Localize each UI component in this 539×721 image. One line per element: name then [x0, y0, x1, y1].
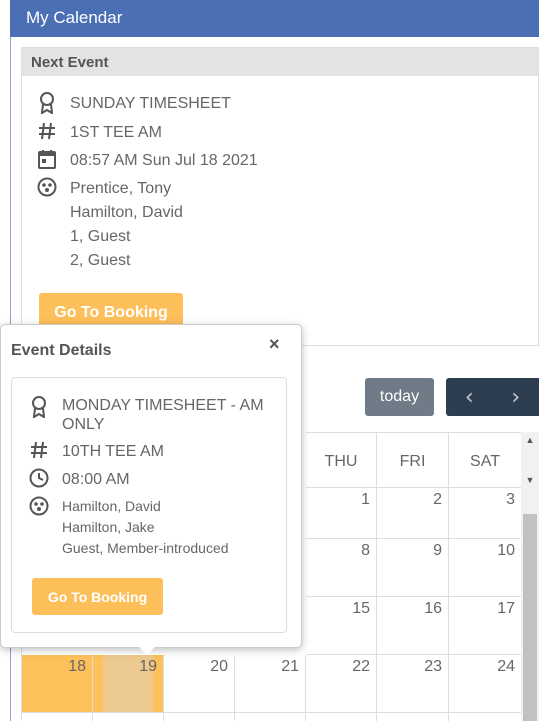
popover-arrow [139, 647, 155, 655]
hash-icon [36, 121, 58, 141]
day-cell[interactable]: 20 [164, 655, 235, 713]
day-number: 18 [68, 658, 86, 675]
weekday-header: SAT [449, 432, 521, 488]
next-event-tee: 1ST TEE AM [70, 124, 162, 141]
day-cell[interactable]: 1 [306, 488, 377, 539]
day-cell[interactable]: 21 [235, 655, 306, 713]
scrollbar-thumb[interactable] [523, 514, 537, 721]
day-cell[interactable]: 9 [377, 539, 449, 597]
day-cell[interactable] [235, 713, 306, 721]
popover-title-row: MONDAY TIMESHEET - AM ONLY [28, 396, 282, 434]
players-icon [36, 177, 58, 197]
day-cell[interactable]: 8 [306, 539, 377, 597]
clock-icon [28, 468, 50, 488]
player-name: Hamilton, Jake [62, 519, 155, 535]
day-cell[interactable] [93, 713, 164, 721]
player-name: 1, Guest [70, 228, 131, 245]
next-event-date-row: 08:57 AM Sun Jul 18 2021 [36, 149, 258, 173]
day-number: 16 [424, 600, 442, 617]
day-cell[interactable] [449, 713, 521, 721]
players-icon [28, 496, 50, 516]
next-event-title-row: SUNDAY TIMESHEET [36, 92, 231, 116]
player-name: Hamilton, David [70, 204, 183, 221]
next-month-button[interactable]: › [493, 378, 539, 416]
day-cell-highlighted[interactable]: 19 [93, 655, 164, 713]
player-name: Prentice, Tony [70, 180, 172, 197]
day-number: 23 [424, 658, 442, 675]
day-cell[interactable]: 2 [377, 488, 449, 539]
day-number: 24 [497, 658, 515, 675]
day-cell[interactable]: 23 [377, 655, 449, 713]
hash-icon [28, 440, 50, 460]
popover-event-tee: 10TH TEE AM [62, 443, 164, 460]
day-cell[interactable] [377, 713, 449, 721]
popover-time-row: 08:00 AM [28, 468, 130, 492]
popover-event-title: MONDAY TIMESHEET - AM ONLY [62, 397, 264, 433]
popover-players-row: Hamilton, David Hamilton, Jake Guest, Me… [28, 496, 229, 559]
day-cell[interactable] [306, 713, 377, 721]
day-cell[interactable]: 10 [449, 539, 521, 597]
calendar-icon [36, 149, 58, 169]
day-cell[interactable] [22, 713, 93, 721]
scroll-up-arrow-icon[interactable]: ▲ [521, 432, 539, 449]
next-event-players-row: Prentice, Tony Hamilton, David 1, Guest … [36, 177, 183, 273]
day-number: 22 [352, 658, 370, 675]
day-cell[interactable]: 17 [449, 597, 521, 655]
day-cell[interactable]: 15 [306, 597, 377, 655]
player-name: Hamilton, David [62, 498, 161, 514]
day-number: 20 [210, 658, 228, 675]
day-number: 9 [433, 542, 442, 559]
popover-go-to-booking-button[interactable]: Go To Booking [32, 578, 163, 615]
close-icon[interactable]: × [269, 334, 280, 355]
day-number: 21 [281, 658, 299, 675]
popover-player-list: Hamilton, David Hamilton, Jake Guest, Me… [62, 496, 229, 559]
player-name: 2, Guest [70, 252, 131, 269]
app-header: My Calendar [10, 0, 539, 37]
next-event-datetime: 08:57 AM Sun Jul 18 2021 [70, 152, 258, 169]
day-cell[interactable]: 24 [449, 655, 521, 713]
day-number: 19 [139, 658, 157, 675]
day-number: 1 [361, 491, 370, 508]
day-number: 10 [497, 542, 515, 559]
day-cell[interactable] [164, 713, 235, 721]
page-title: My Calendar [26, 8, 123, 27]
popover-title: Event Details [11, 342, 112, 359]
award-ribbon-icon [28, 396, 50, 418]
next-event-tee-row: 1ST TEE AM [36, 121, 162, 145]
calendar-scrollbar[interactable]: ▲ ▼ [521, 432, 539, 721]
day-cell[interactable]: 16 [377, 597, 449, 655]
day-cell[interactable]: 22 [306, 655, 377, 713]
weekday-header: THU [306, 432, 377, 488]
weekday-header: FRI [377, 432, 449, 488]
day-number: 3 [506, 491, 515, 508]
calendar-nav-group: ‹ › [446, 378, 539, 416]
day-number: 2 [433, 491, 442, 508]
day-cell[interactable]: 3 [449, 488, 521, 539]
day-cell-highlighted[interactable]: 18 [22, 655, 93, 713]
next-event-title: SUNDAY TIMESHEET [70, 95, 231, 112]
day-number: 17 [497, 600, 515, 617]
day-number: 15 [352, 600, 370, 617]
prev-month-button[interactable]: ‹ [446, 378, 493, 416]
today-button[interactable]: today [365, 378, 434, 416]
day-number: 8 [361, 542, 370, 559]
player-name: Guest, Member-introduced [62, 540, 229, 556]
popover-tee-row: 10TH TEE AM [28, 440, 164, 464]
chevron-right-icon: › [511, 384, 521, 410]
award-ribbon-icon [36, 92, 58, 114]
next-event-player-list: Prentice, Tony Hamilton, David 1, Guest … [70, 177, 183, 273]
popover-event-time: 08:00 AM [62, 471, 130, 488]
scroll-down-arrow-icon[interactable]: ▼ [521, 472, 539, 489]
chevron-left-icon: ‹ [464, 384, 474, 410]
next-event-heading: Next Event [22, 48, 538, 76]
